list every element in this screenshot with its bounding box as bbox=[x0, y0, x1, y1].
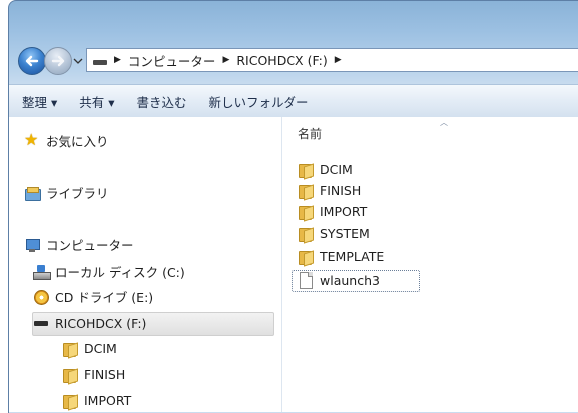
list-item-label: SYSTEM bbox=[320, 225, 370, 241]
breadcrumb-computer[interactable]: コンピューター bbox=[128, 51, 216, 70]
recent-pages-dropdown[interactable] bbox=[73, 56, 83, 66]
nav-local-disk[interactable]: ローカル ディスク (C:) bbox=[33, 262, 185, 281]
burn-button[interactable]: 書き込む bbox=[137, 92, 187, 111]
nav-libraries[interactable]: ライブラリ bbox=[24, 183, 109, 202]
folder-icon bbox=[298, 203, 314, 220]
new-folder-button[interactable]: 新しいフォルダー bbox=[209, 92, 309, 111]
nav-computer-label: コンピューター bbox=[46, 238, 134, 253]
folder-icon bbox=[298, 161, 314, 178]
nav-cd-drive[interactable]: CD ドライブ (E:) bbox=[33, 287, 153, 306]
folder-icon bbox=[62, 340, 78, 357]
drive-icon bbox=[93, 59, 107, 65]
folder-icon bbox=[298, 182, 314, 199]
nav-subfolder-label: DCIM bbox=[84, 340, 117, 356]
list-item[interactable]: DCIM bbox=[298, 161, 353, 178]
list-item[interactable]: IMPORT bbox=[298, 203, 368, 220]
breadcrumb-ricohdcx[interactable]: RICOHDCX (F:) bbox=[236, 53, 327, 68]
command-bar: 整理 ▾ 共有 ▾ 書き込む 新しいフォルダー bbox=[9, 84, 578, 118]
nav-ricohdcx[interactable]: RICOHDCX (F:) bbox=[33, 315, 146, 331]
list-item-label: DCIM bbox=[320, 161, 353, 177]
address-bar[interactable]: ▶ コンピューター ▶ RICOHDCX (F:) ▶ bbox=[86, 48, 578, 72]
file-icon bbox=[298, 272, 314, 289]
nav-libraries-label: ライブラリ bbox=[46, 186, 109, 201]
nav-subfolder-finish[interactable]: FINISH bbox=[62, 366, 126, 383]
folder-icon bbox=[62, 392, 78, 409]
list-item[interactable]: TEMPLATE bbox=[298, 248, 385, 265]
arrow-right-icon bbox=[51, 55, 65, 67]
computer-icon bbox=[24, 237, 40, 253]
nav-cd-drive-label: CD ドライブ (E:) bbox=[55, 290, 154, 305]
nav-subfolder-dcim[interactable]: DCIM bbox=[62, 340, 117, 357]
nav-subfolder-label: IMPORT bbox=[84, 392, 132, 408]
nav-subfolder-label: FINISH bbox=[84, 366, 126, 382]
removable-drive-icon bbox=[33, 315, 49, 331]
chevron-right-icon[interactable]: ▶ bbox=[335, 55, 342, 65]
hard-drive-icon bbox=[33, 264, 51, 280]
nav-ricohdcx-label: RICOHDCX (F:) bbox=[55, 315, 147, 331]
back-button[interactable] bbox=[18, 47, 46, 75]
list-item-label: TEMPLATE bbox=[320, 248, 385, 264]
share-button[interactable]: 共有 ▾ bbox=[79, 92, 114, 111]
chevron-right-icon[interactable]: ▶ bbox=[114, 55, 121, 65]
column-header-name[interactable]: 名前 bbox=[298, 125, 322, 142]
list-item[interactable]: FINISH bbox=[298, 182, 362, 199]
nav-favorites-label: お気に入り bbox=[46, 134, 109, 149]
list-item-label: FINISH bbox=[320, 182, 362, 198]
list-item-label: IMPORT bbox=[320, 203, 368, 219]
nav-subfolder-import[interactable]: IMPORT bbox=[62, 392, 132, 409]
list-item[interactable]: SYSTEM bbox=[298, 225, 370, 242]
sort-arrow-icon: ︿ bbox=[440, 118, 448, 127]
star-icon bbox=[24, 130, 40, 149]
nav-favorites[interactable]: お気に入り bbox=[24, 130, 109, 150]
navigation-pane: お気に入り ライブラリ コンピューター ローカル ディスク (C:) CD ドラ… bbox=[9, 117, 282, 412]
nav-computer[interactable]: コンピューター bbox=[24, 235, 134, 254]
arrow-left-icon bbox=[25, 55, 39, 67]
cd-drive-icon bbox=[33, 289, 49, 305]
folder-icon bbox=[298, 248, 314, 265]
library-icon bbox=[24, 185, 41, 201]
forward-button[interactable] bbox=[44, 47, 72, 75]
list-item[interactable]: wlaunch3 bbox=[298, 272, 380, 289]
nav-local-disk-label: ローカル ディスク (C:) bbox=[55, 265, 185, 280]
list-item-label: wlaunch3 bbox=[320, 272, 380, 288]
organize-button[interactable]: 整理 ▾ bbox=[22, 92, 57, 111]
chevron-right-icon[interactable]: ▶ bbox=[222, 55, 229, 65]
folder-icon bbox=[298, 225, 314, 242]
file-list-pane: ︿ 名前 DCIM FINISH IMPORT SYSTEM TEMPLATE … bbox=[282, 117, 578, 412]
folder-icon bbox=[62, 366, 78, 383]
